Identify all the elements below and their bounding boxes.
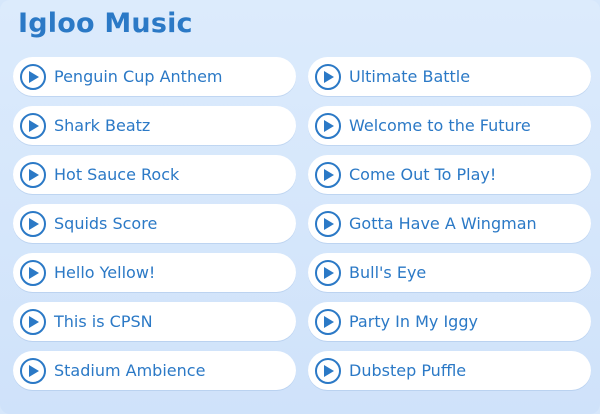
play-icon (315, 210, 341, 237)
track-label: Shark Beatz (54, 116, 151, 135)
page-title: Igloo Music (18, 8, 193, 39)
track-label: Ultimate Battle (349, 67, 471, 86)
play-icon (315, 308, 341, 335)
track-label: Squids Score (54, 214, 158, 233)
track-button[interactable]: Hello Yellow! (13, 253, 296, 292)
track-label: Party In My Iggy (349, 312, 478, 331)
track-button[interactable]: Hot Sauce Rock (13, 155, 296, 194)
track-button[interactable]: Party In My Iggy (308, 302, 591, 341)
track-label: Come Out To Play! (349, 165, 497, 184)
play-icon (20, 357, 46, 384)
track-label: Dubstep Puffle (349, 361, 467, 380)
play-icon (20, 259, 46, 286)
track-button[interactable]: Shark Beatz (13, 106, 296, 145)
track-button[interactable]: Bull's Eye (308, 253, 591, 292)
track-label: Stadium Ambience (54, 361, 206, 380)
play-icon (20, 112, 46, 139)
track-label: Penguin Cup Anthem (54, 67, 223, 86)
play-icon (20, 308, 46, 335)
track-list-left: Penguin Cup Anthem Shark Beatz Hot Sauce… (13, 57, 296, 390)
track-button[interactable]: Come Out To Play! (308, 155, 591, 194)
track-button[interactable]: Gotta Have A Wingman (308, 204, 591, 243)
play-icon (315, 259, 341, 286)
play-icon (315, 63, 341, 90)
track-button[interactable]: Penguin Cup Anthem (13, 57, 296, 96)
igloo-music-panel: Igloo Music Penguin Cup Anthem Shark Bea… (0, 0, 600, 414)
track-label: Bull's Eye (349, 263, 427, 282)
track-label: This is CPSN (54, 312, 153, 331)
play-icon (20, 63, 46, 90)
track-button[interactable]: Welcome to the Future (308, 106, 591, 145)
play-icon (20, 161, 46, 188)
track-button[interactable]: Ultimate Battle (308, 57, 591, 96)
play-icon (315, 161, 341, 188)
play-icon (315, 357, 341, 384)
track-label: Hot Sauce Rock (54, 165, 180, 184)
track-button[interactable]: Squids Score (13, 204, 296, 243)
track-button[interactable]: Dubstep Puffle (308, 351, 591, 390)
track-button[interactable]: Stadium Ambience (13, 351, 296, 390)
track-label: Welcome to the Future (349, 116, 531, 135)
track-button[interactable]: This is CPSN (13, 302, 296, 341)
track-list-right: Ultimate Battle Welcome to the Future Co… (308, 57, 591, 390)
play-icon (20, 210, 46, 237)
play-icon (315, 112, 341, 139)
track-label: Gotta Have A Wingman (349, 214, 537, 233)
track-label: Hello Yellow! (54, 263, 156, 282)
